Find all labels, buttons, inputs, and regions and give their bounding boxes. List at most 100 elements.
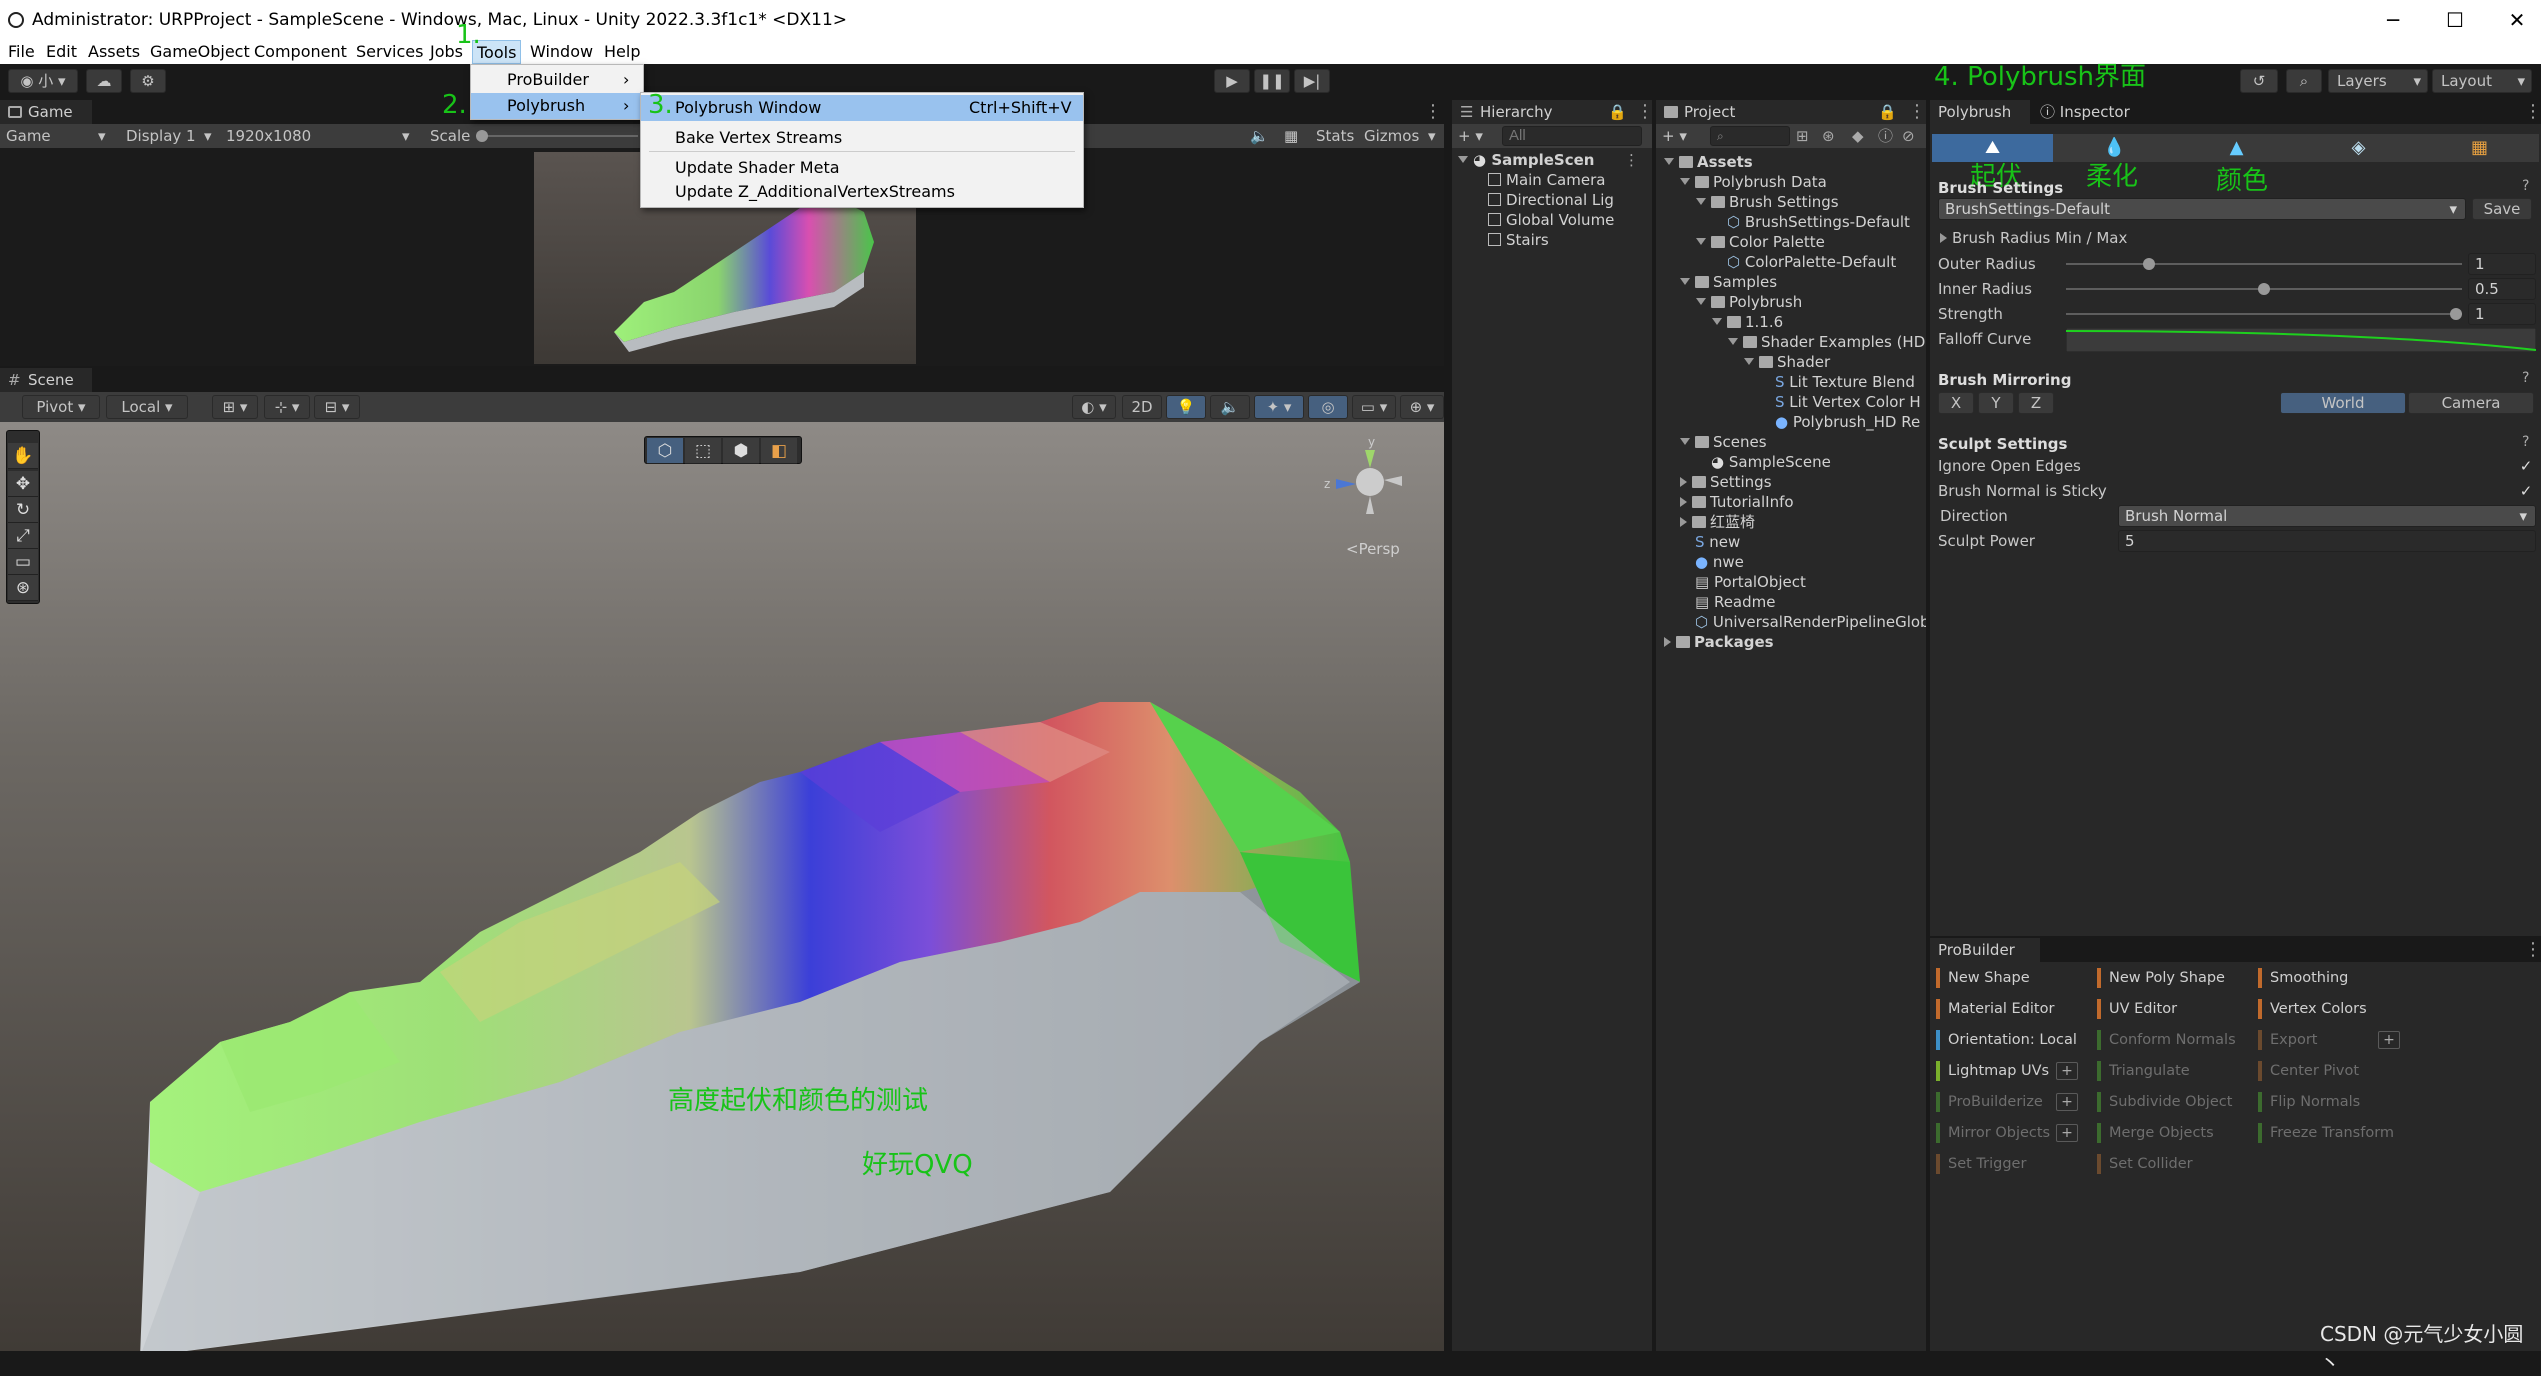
collapse-icon[interactable]	[1664, 637, 1671, 647]
snap-settings-icon[interactable]: ⊟ ▾	[314, 395, 360, 419]
camera-space-button[interactable]: Camera	[2408, 392, 2534, 414]
info-icon[interactable]: ⓘ	[1878, 124, 1893, 148]
mirror-y-button[interactable]: Y	[1978, 392, 2014, 414]
project-item[interactable]: ● nwe	[1680, 552, 1744, 572]
project-item[interactable]: Polybrush	[1696, 292, 1802, 312]
scale-knob[interactable]	[476, 130, 488, 142]
probuilder-button[interactable]: Triangulate	[2097, 1061, 2190, 1081]
rect-tool-icon[interactable]: ▭	[8, 549, 38, 575]
hierarchy-item[interactable]: Directional Lig	[1488, 190, 1614, 210]
expand-icon[interactable]	[1458, 156, 1468, 163]
filter-label-icon[interactable]: ⊛	[1822, 124, 1835, 148]
project-item[interactable]: ⬡ BrushSettings-Default	[1712, 212, 1910, 232]
probuilder-button[interactable]: Freeze Transform	[2258, 1123, 2394, 1143]
project-menu-icon[interactable]: ⋮	[1908, 100, 1926, 124]
hierarchy-item[interactable]: Global Volume	[1488, 210, 1614, 230]
strength-track[interactable]	[2066, 313, 2462, 315]
project-item[interactable]: ▤ PortalObject	[1680, 572, 1806, 592]
collapse-icon[interactable]	[1680, 517, 1687, 527]
project-item[interactable]: 1.1.6	[1712, 312, 1783, 332]
radius-foldout[interactable]: Brush Radius Min / Max	[1940, 228, 2127, 248]
probuilder-button[interactable]: New Shape	[1936, 968, 2030, 988]
menu-component[interactable]: Component	[254, 40, 347, 64]
maximize-icon[interactable]: ☐	[2424, 0, 2486, 40]
probuilder-button[interactable]: Smoothing	[2258, 968, 2348, 988]
services-icon[interactable]: ⚙	[130, 69, 166, 93]
probuilder-button[interactable]: Set Collider	[2097, 1154, 2193, 1174]
scene-menu-icon[interactable]: ⋮	[1624, 150, 1639, 170]
project-item[interactable]: ⬡ UniversalRenderPipelineGlob	[1680, 612, 1926, 632]
expand-icon[interactable]	[1744, 358, 1754, 365]
probuilder-button[interactable]: Vertex Colors	[2258, 999, 2367, 1019]
project-item[interactable]: 红蓝椅	[1680, 512, 1755, 532]
collapse-icon[interactable]	[1680, 497, 1687, 507]
gizmos-button[interactable]: Gizmos	[1364, 124, 1419, 148]
lighting-icon[interactable]: 💡	[1166, 395, 1206, 419]
object-mode-icon[interactable]: ⬡	[647, 438, 683, 464]
game-menu-icon[interactable]: ⋮	[1424, 100, 1442, 124]
probuilder-button[interactable]: UV Editor	[2097, 999, 2177, 1019]
project-item[interactable]: ● Polybrush_HD Re	[1760, 412, 1920, 432]
audio-icon[interactable]: 🔈	[1210, 395, 1250, 419]
inner-radius-knob[interactable]	[2258, 283, 2270, 295]
local-dropdown[interactable]: Local ▾	[106, 395, 188, 419]
outer-radius-field[interactable]: 1	[2468, 253, 2536, 275]
project-item[interactable]: Packages	[1664, 632, 1774, 652]
layers-dropdown[interactable]: Layers ▾	[2328, 69, 2428, 93]
transform-tool-icon[interactable]: ⊛	[8, 575, 38, 601]
probuilder-button[interactable]: New Poly Shape	[2097, 968, 2225, 988]
menu-item-polybrush-window[interactable]: Polybrush Window Ctrl+Shift+V	[641, 95, 1083, 121]
probuilder-button[interactable]: Subdivide Object	[2097, 1092, 2232, 1112]
expand-icon[interactable]	[1664, 158, 1674, 165]
menu-item-bake-vertex-streams[interactable]: Bake Vertex Streams	[641, 125, 1083, 151]
tab-scene[interactable]: # Scene	[0, 368, 92, 392]
visibility-icon[interactable]: ◎	[1308, 395, 1348, 419]
help-icon[interactable]: ?	[2522, 370, 2529, 386]
expand-icon[interactable]	[1680, 278, 1690, 285]
expand-icon[interactable]	[1712, 318, 1722, 325]
effects-icon[interactable]: ✦ ▾	[1254, 395, 1304, 419]
normal-sticky-checkbox[interactable]: ✓	[2518, 483, 2534, 499]
expand-icon[interactable]	[1696, 238, 1706, 245]
draw-mode-icon[interactable]: ◐ ▾	[1072, 395, 1116, 419]
sculpt-power-field[interactable]: 5	[2118, 530, 2536, 552]
menu-file[interactable]: File	[8, 40, 35, 64]
project-item[interactable]: ⬡ ColorPalette-Default	[1712, 252, 1896, 272]
edge-mode-icon[interactable]: ⬢	[723, 438, 759, 464]
probuilder-button[interactable]: ProBuilderize	[1936, 1092, 2043, 1112]
display-dropdown[interactable]: Display 1 ▾	[126, 124, 212, 148]
expand-icon[interactable]	[1696, 198, 1706, 205]
menu-window[interactable]: Window	[530, 40, 593, 64]
project-item[interactable]: Color Palette	[1696, 232, 1825, 252]
vertex-mode-icon[interactable]: ⬚	[685, 438, 721, 464]
lock-icon[interactable]: 🔒	[1608, 100, 1627, 124]
move-tool-icon[interactable]: ✥	[8, 471, 38, 497]
options-plus-icon[interactable]: +	[2056, 1124, 2078, 1142]
menu-item-update-shader-meta[interactable]: Update Shader Meta	[641, 155, 1083, 181]
menu-item-probuilder[interactable]: ProBuilder ›	[471, 67, 643, 93]
probuilder-button[interactable]: Export	[2258, 1030, 2317, 1050]
play-icon[interactable]: ▶	[1214, 69, 1250, 93]
close-icon[interactable]: ✕	[2486, 0, 2541, 40]
save-button[interactable]: Save	[2472, 198, 2532, 220]
game-mode-dropdown[interactable]: Game ▾	[6, 124, 106, 148]
toggle-2d-button[interactable]: 2D	[1122, 395, 1162, 419]
hierarchy-scene[interactable]: ◕ SampleScen	[1458, 150, 1594, 170]
menu-item-update-additional-streams[interactable]: Update Z_AdditionalVertexStreams	[641, 179, 1083, 205]
layout-dropdown[interactable]: Layout ▾	[2432, 69, 2532, 93]
expand-icon[interactable]	[1680, 438, 1690, 445]
menu-services[interactable]: Services	[356, 40, 423, 64]
mirror-z-button[interactable]: Z	[2018, 392, 2054, 414]
face-mode-icon[interactable]: ◧	[761, 438, 797, 464]
grid-snap-icon[interactable]: ⊞ ▾	[212, 395, 258, 419]
ignore-open-edges-checkbox[interactable]: ✓	[2518, 458, 2534, 474]
probuilder-button[interactable]: Mirror Objects	[1936, 1123, 2050, 1143]
probuilder-button[interactable]: Center Pivot	[2258, 1061, 2359, 1081]
probuilder-button[interactable]: Flip Normals	[2258, 1092, 2360, 1112]
mute-icon[interactable]: 🔈	[1250, 124, 1269, 148]
cloud-icon[interactable]: ☁	[86, 69, 122, 93]
search-icon[interactable]: ⌕	[2286, 69, 2322, 93]
tab-project[interactable]: Project 🔒 ⋮	[1656, 100, 1926, 124]
project-item[interactable]: Brush Settings	[1696, 192, 1839, 212]
hand-tool-icon[interactable]: ✋	[8, 443, 38, 469]
